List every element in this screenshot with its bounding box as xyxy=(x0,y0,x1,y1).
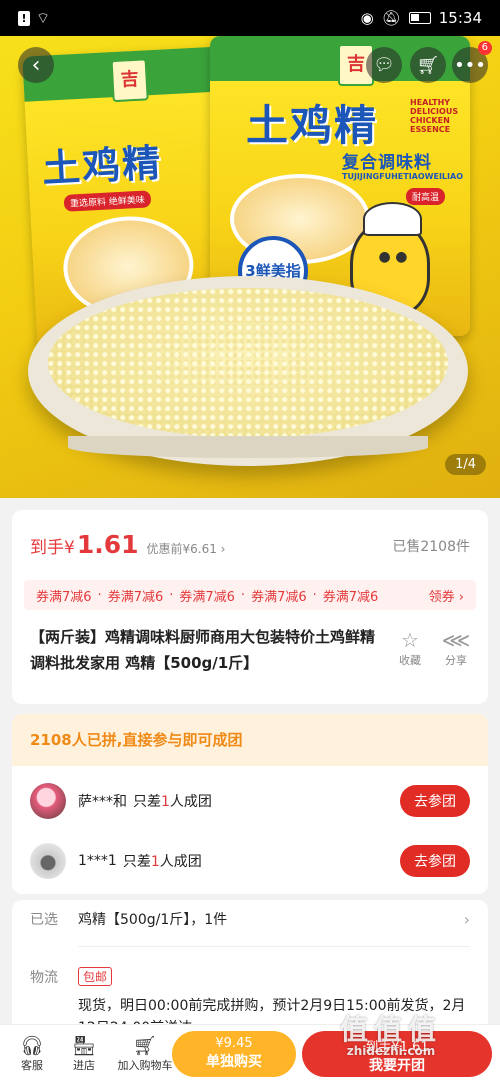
buy-alone-price: ¥9.45 xyxy=(215,1036,253,1051)
original-price-link[interactable]: 优惠前¥6.61 › xyxy=(147,540,226,557)
battery-icon xyxy=(408,12,431,24)
wechat-share-button[interactable]: 💬︎ xyxy=(366,47,402,83)
buy-alone-label: 单独购买 xyxy=(206,1054,262,1070)
coupon-item: 券满7减6 xyxy=(179,589,235,605)
group-member-row: 1***1 只差1人成团 去参团 xyxy=(12,832,488,890)
watermark: 值值值 zhidezhi.com xyxy=(340,1008,442,1058)
selected-spec-row[interactable]: 已选 鸡精【500g/1斤】，1件 › xyxy=(30,909,470,929)
add-to-cart-label: 加入购物车 xyxy=(117,1059,173,1072)
sold-count: 已售2108件 xyxy=(392,539,470,555)
join-group-button[interactable]: 去参团 xyxy=(400,845,470,877)
watermark-url: zhidezhi.com xyxy=(346,1044,436,1058)
store-label: 进店 xyxy=(73,1059,95,1072)
headset-icon: 🎧︎ xyxy=(19,1035,45,1057)
product-image[interactable]: 吉 土鸡精 重选原料 绝鲜美味 吉 土鸡精 HEALTHY DELICIOUS … xyxy=(0,36,500,498)
bag-title: 土鸡精 xyxy=(246,101,379,150)
share-icon: ⋘ xyxy=(441,628,471,652)
member-name: 萨***和 xyxy=(78,794,127,810)
more-button[interactable]: ••• 6 xyxy=(452,41,492,83)
store-tab[interactable]: 🏪︎ 进店 xyxy=(58,1035,110,1073)
notification-badge: 6 xyxy=(477,41,492,55)
buy-alone-button[interactable]: ¥9.45 单独购买 xyxy=(172,1031,296,1077)
bag-tag: 耐高温 xyxy=(406,188,446,205)
star-icon: ☆ xyxy=(401,628,419,652)
divider xyxy=(78,946,470,947)
bag-subtitle: 复合调味料 xyxy=(342,153,432,173)
share-button[interactable]: ⋘ 分享 xyxy=(436,628,476,668)
need-text: 只差1人成团 xyxy=(133,794,212,810)
avatar xyxy=(30,783,66,819)
member-name: 1***1 xyxy=(78,853,117,869)
group-buy-card: 2108人已拼,直接参与即可成团 萨***和 只差1人成团 去参团 1***1 … xyxy=(12,714,488,894)
sim-alert-icon: ! xyxy=(18,10,30,26)
price-card: 到手¥ 1.61 优惠前¥6.61 › 已售2108件 券满7减6 · 券满7减… xyxy=(12,510,488,704)
brand-logo: 吉 xyxy=(110,58,149,103)
customer-service-label: 客服 xyxy=(21,1059,43,1072)
image-page-indicator: 1/4 xyxy=(445,454,486,475)
favorite-button[interactable]: ☆ 收藏 xyxy=(390,628,430,668)
share-label: 分享 xyxy=(445,654,467,667)
get-coupon-button[interactable]: 领券 › xyxy=(420,585,464,605)
selected-value: 鸡精【500g/1斤】，1件 xyxy=(78,912,228,928)
price-prefix: 到手¥ xyxy=(30,538,75,558)
watermark-logo: 值值值 xyxy=(340,1013,443,1046)
add-to-cart-tab[interactable]: 🛒︎ 加入购物车 xyxy=(110,1035,180,1073)
bag-pinyin: TUJIJINGFUHETIAOWEILIAO xyxy=(342,172,463,181)
final-price: 1.61 xyxy=(76,530,139,559)
logistics-label: 物流 xyxy=(30,970,58,986)
free-shipping-badge: 包邮 xyxy=(78,967,113,986)
coupon-item: 券满7减6 xyxy=(36,589,92,605)
eye-icon: ◉ xyxy=(360,9,374,27)
avatar xyxy=(30,843,66,879)
bag-title: 土鸡精 xyxy=(40,139,164,191)
cart-button[interactable]: 🛒︎ xyxy=(410,47,446,83)
customer-service-tab[interactable]: 🎧︎ 客服 xyxy=(6,1035,58,1073)
bag-english: HEALTHY DELICIOUS CHICKEN ESSENCE xyxy=(410,98,459,134)
join-group-button[interactable]: 去参团 xyxy=(400,785,470,817)
favorite-label: 收藏 xyxy=(399,654,421,667)
coupon-item: 券满7减6 xyxy=(107,589,164,605)
more-icon: ••• xyxy=(454,54,486,76)
chevron-left-icon: ‹ xyxy=(31,52,41,78)
back-button[interactable]: ‹ xyxy=(18,47,54,83)
bowl-illustration xyxy=(28,276,468,466)
need-text: 只差1人成团 xyxy=(122,854,202,870)
coupon-item: 券满7减6 xyxy=(251,589,307,605)
coupon-item: 券满7减6 xyxy=(322,589,379,605)
store-icon: 🏪︎ xyxy=(71,1035,97,1057)
group-header: 2108人已拼,直接参与即可成团 xyxy=(12,714,488,766)
cart-icon: 🛒︎ xyxy=(132,1035,158,1057)
selected-label: 已选 xyxy=(30,912,58,928)
cart-icon: 🛒︎ xyxy=(416,54,440,76)
mute-icon: 🔕︎ xyxy=(381,9,401,27)
price-row: 到手¥ 1.61 优惠前¥6.61 › xyxy=(30,530,225,559)
product-title: 【两斤装】鸡精调味料厨师商用大包装特价土鸡鲜精调料批发家用 鸡精【500g/1斤… xyxy=(30,628,376,672)
bag-tag: 重选原料 绝鲜美味 xyxy=(63,190,152,212)
status-bar: ! ⌔ ◉ 🔕︎ 15:34 xyxy=(0,0,500,36)
wechat-icon: 💬︎ xyxy=(373,55,395,75)
wifi-icon: ⌔ xyxy=(36,8,51,27)
group-member-row: 萨***和 只差1人成团 去参团 xyxy=(12,772,488,830)
coupon-bar[interactable]: 券满7减6 · 券满7减6 · 券满7减6 · 券满7减6 · 券满7减6 领券… xyxy=(24,580,476,610)
clock: 15:34 xyxy=(438,9,482,27)
chevron-right-icon: › xyxy=(463,909,470,929)
start-group-label: 我要开团 xyxy=(369,1058,425,1074)
